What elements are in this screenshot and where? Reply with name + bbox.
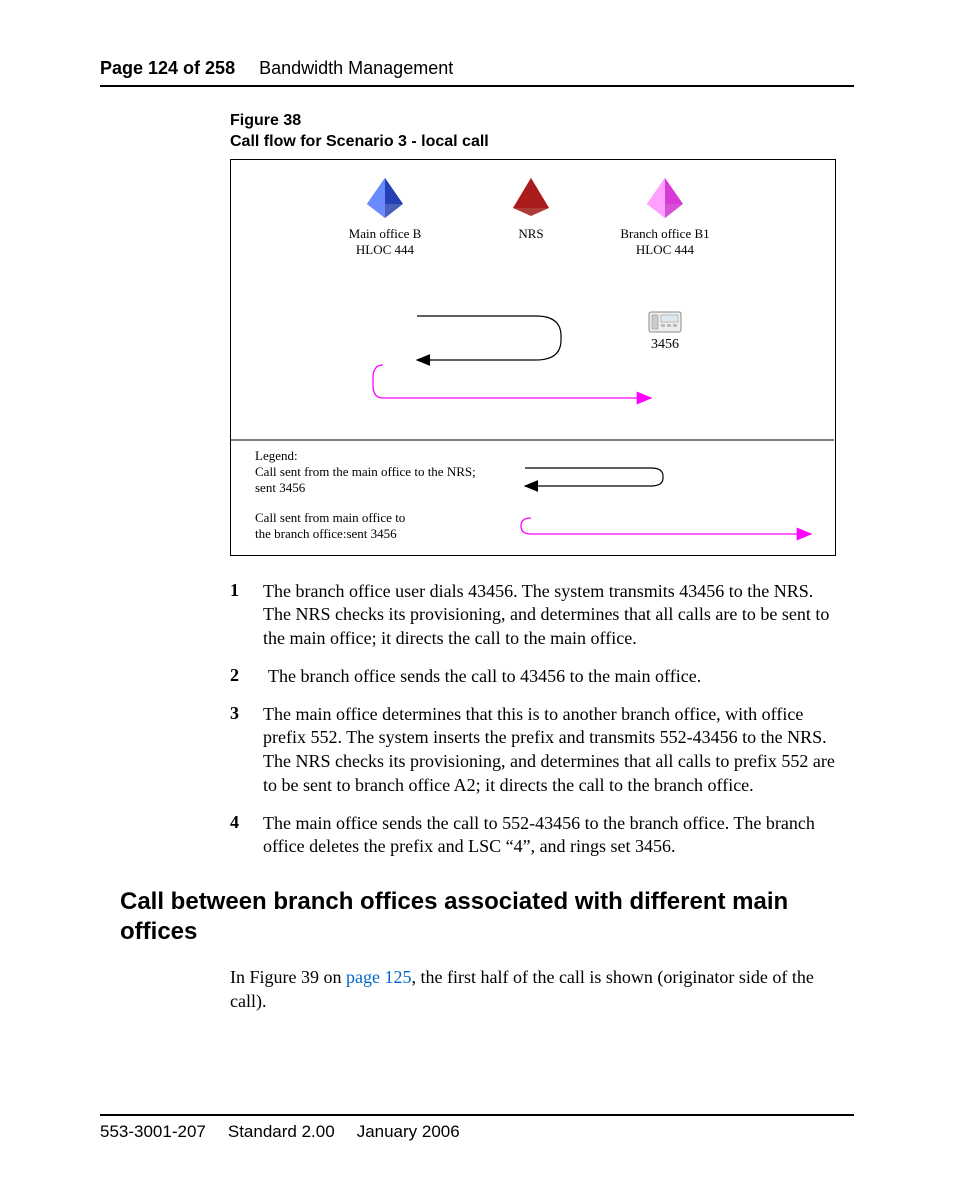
label-branch-b1: Branch office B1 <box>620 226 709 241</box>
step-list: 1 The branch office user dials 43456. Th… <box>230 580 838 860</box>
figure-title: Call flow for Scenario 3 - local call <box>230 132 854 153</box>
step-item: 1 The branch office user dials 43456. Th… <box>230 580 838 651</box>
page-number: Page 124 of 258 <box>100 58 235 79</box>
figure-number: Figure 38 <box>230 111 854 132</box>
page-footer: 553-3001-207 Standard 2.00 January 2006 <box>100 1114 854 1142</box>
label-branch-b1-hloc: HLOC 444 <box>636 242 695 257</box>
doc-standard: Standard 2.00 <box>228 1122 335 1142</box>
path-branch-send <box>373 365 651 398</box>
section-heading: Call between branch offices associated w… <box>120 887 834 947</box>
step-text: The main office determines that this is … <box>263 703 838 798</box>
label-main-office-b-hloc: HLOC 444 <box>356 242 415 257</box>
figure-38: Figure 38 Call flow for Scenario 3 - loc… <box>230 111 854 556</box>
label-nrs: NRS <box>518 226 543 241</box>
step-item: 3 The main office determines that this i… <box>230 703 838 798</box>
doc-date: January 2006 <box>357 1122 460 1142</box>
cross-ref-link[interactable]: page 125 <box>346 967 411 987</box>
step-item: 2 The branch office sends the call to 43… <box>230 665 838 689</box>
node-branch-b1 <box>647 178 683 218</box>
path-nrs-loop <box>417 316 561 360</box>
para-pre: In Figure 39 on <box>230 967 346 987</box>
step-number: 4 <box>230 812 239 860</box>
step-number: 3 <box>230 703 239 798</box>
label-phone-ext: 3456 <box>651 337 679 352</box>
label-main-office-b: Main office B <box>349 226 422 241</box>
legend-item-1a: Call sent from the main office to the NR… <box>255 464 476 479</box>
step-text: The branch office sends the call to 4345… <box>268 665 701 689</box>
chapter-title: Bandwidth Management <box>259 58 453 79</box>
body-paragraph: In Figure 39 on page 125, the first half… <box>230 965 840 1014</box>
step-number: 1 <box>230 580 239 651</box>
diagram-container: Main office B HLOC 444 NRS Branch office… <box>230 159 836 556</box>
legend-sample-magenta <box>521 518 811 534</box>
phone-icon <box>649 312 681 332</box>
step-text: The main office sends the call to 552-43… <box>263 812 838 860</box>
legend-sample-black <box>525 468 663 486</box>
document-page: Page 124 of 258 Bandwidth Management Fig… <box>0 0 954 1202</box>
legend-item-2a: Call sent from main office to <box>255 510 405 525</box>
doc-number: 553-3001-207 <box>100 1122 206 1142</box>
step-item: 4 The main office sends the call to 552-… <box>230 812 838 860</box>
legend-item-1b: sent 3456 <box>255 480 306 495</box>
node-main-office-b <box>367 178 403 218</box>
page-header: Page 124 of 258 Bandwidth Management <box>100 58 854 87</box>
step-number: 2 <box>230 665 244 689</box>
legend-title: Legend: <box>255 448 298 463</box>
step-text: The branch office user dials 43456. The … <box>263 580 838 651</box>
legend-item-2b: the branch office:sent 3456 <box>255 526 397 541</box>
call-flow-diagram-svg: Main office B HLOC 444 NRS Branch office… <box>231 160 834 555</box>
node-nrs <box>513 178 549 216</box>
